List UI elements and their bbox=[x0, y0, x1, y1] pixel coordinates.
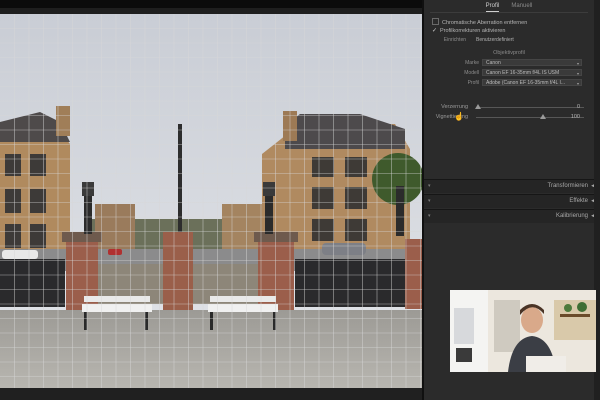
make-row: Marke Canon ▾ bbox=[424, 59, 594, 67]
tab-profil[interactable]: Profil bbox=[485, 0, 500, 12]
profile-label: Profil bbox=[467, 80, 479, 86]
vignetting-value[interactable]: 100 bbox=[571, 114, 580, 120]
dropdown-arrow-icon: ▾ bbox=[576, 61, 579, 66]
enable-profile-label: Profilkorrekturen aktivieren bbox=[440, 28, 506, 34]
webcam-overlay bbox=[450, 290, 596, 372]
section-toggle-icon: ▾ bbox=[428, 198, 431, 204]
section-calibration-label: Kalibrierung bbox=[555, 213, 588, 219]
dropdown-arrow-icon: ▾ bbox=[576, 71, 579, 76]
distortion-knob[interactable] bbox=[475, 104, 482, 109]
dropdown-arrow-icon: ▾ bbox=[576, 81, 579, 86]
filmstrip-bar bbox=[0, 388, 422, 400]
tab-manuell[interactable]: Manuell bbox=[511, 0, 532, 12]
model-value: Canon EF 16-35mm f/4L IS USM bbox=[486, 70, 560, 76]
lens-profile-heading: Objektivprofil bbox=[493, 50, 525, 56]
vignetting-track[interactable] bbox=[476, 117, 584, 118]
panel-tabs: Profil Manuell bbox=[424, 0, 594, 12]
section-toggle-icon: ▾ bbox=[428, 213, 431, 219]
setup-label: Einrichten bbox=[443, 37, 466, 43]
remove-ca-label: Chromatische Aberration entfernen bbox=[442, 20, 528, 26]
distortion-value[interactable]: 0 bbox=[577, 104, 580, 110]
distortion-track[interactable] bbox=[476, 107, 584, 108]
photo-with-grid-overlay[interactable] bbox=[0, 14, 422, 388]
checkmark-icon: ✓ bbox=[432, 28, 438, 34]
vignetting-slider[interactable]: Vignettierung 100 bbox=[424, 112, 594, 122]
make-value: Canon bbox=[486, 60, 501, 66]
make-label: Marke bbox=[465, 60, 479, 66]
section-transform-label: Transformieren bbox=[547, 183, 588, 189]
vignetting-knob[interactable] bbox=[539, 114, 546, 119]
checkbox-empty-icon bbox=[432, 18, 439, 25]
section-effects[interactable]: ▾ Effekte ◀ bbox=[424, 194, 600, 208]
photo-canvas[interactable] bbox=[0, 8, 422, 388]
tabs-divider bbox=[430, 12, 588, 13]
section-effects-label: Effekte bbox=[569, 198, 588, 204]
distortion-label: Verzerrung bbox=[441, 104, 468, 110]
model-select[interactable]: Canon EF 16-35mm f/4L IS USM ▾ bbox=[482, 69, 582, 76]
section-toggle-icon: ▾ bbox=[428, 183, 431, 189]
pointer-cursor-icon: ☝ bbox=[454, 112, 464, 121]
section-transform[interactable]: ▾ Transformieren ◀ bbox=[424, 179, 600, 193]
enable-profile-checkbox[interactable]: ✓ Profilkorrekturen aktivieren bbox=[432, 27, 505, 34]
setup-value[interactable]: Benutzerdefiniert bbox=[476, 37, 514, 43]
model-row: Modell Canon EF 16-35mm f/4L IS USM ▾ bbox=[424, 69, 594, 77]
section-calibration[interactable]: ▾ Kalibrierung ◀ bbox=[424, 209, 600, 223]
presenter-video bbox=[450, 290, 596, 372]
remove-ca-checkbox[interactable]: Chromatische Aberration entfernen bbox=[432, 18, 527, 26]
profile-select[interactable]: Adobe (Canon EF 16-35mm f/4L I... ▾ bbox=[482, 79, 582, 86]
setup-row[interactable]: Einrichten Benutzerdefiniert bbox=[424, 36, 594, 44]
make-select[interactable]: Canon ▾ bbox=[482, 59, 582, 66]
profile-value: Adobe (Canon EF 16-35mm f/4L I... bbox=[486, 80, 566, 86]
distortion-slider[interactable]: Verzerrung 0 bbox=[424, 102, 594, 112]
model-label: Modell bbox=[464, 70, 479, 76]
profile-row: Profil Adobe (Canon EF 16-35mm f/4L I...… bbox=[424, 79, 594, 87]
